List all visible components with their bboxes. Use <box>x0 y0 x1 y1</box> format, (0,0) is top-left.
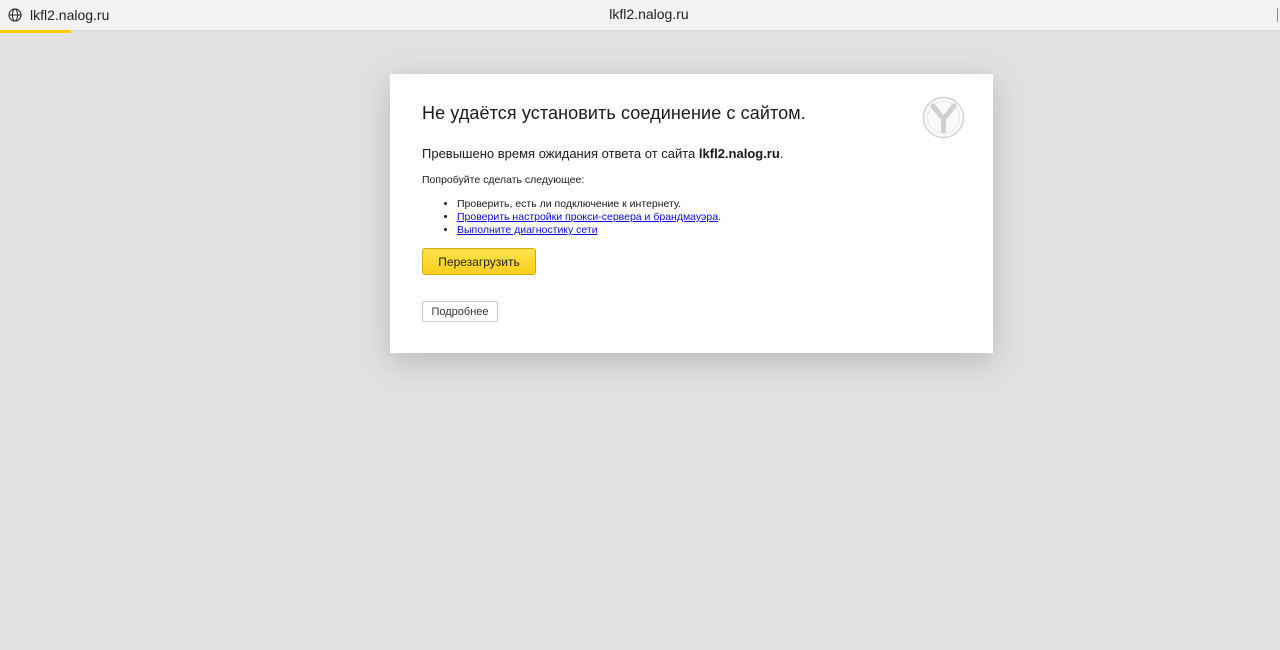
tip-check-connection: Проверить, есть ли подключение к интерне… <box>457 198 682 210</box>
details-button[interactable]: Подробнее <box>422 301 498 322</box>
tip-suffix: . <box>718 211 721 223</box>
browser-top-bar: lkfl2.nalog.ru lkfl2.nalog.ru <box>0 0 1280 33</box>
subtitle-host: lkfl2.nalog.ru <box>698 146 780 161</box>
tip-proxy-link[interactable]: Проверить настройки прокси-сервера и бра… <box>457 211 718 223</box>
error-subtitle: Превышено время ожидания ответа от сайта… <box>422 146 783 161</box>
reload-button[interactable]: Перезагрузить <box>422 248 536 275</box>
try-label: Попробуйте сделать следующее: <box>422 174 585 186</box>
subtitle-prefix: Превышено время ожидания ответа от сайта <box>422 146 699 161</box>
tip-item: Выполните диагностику сети <box>457 224 721 237</box>
address-title[interactable]: lkfl2.nalog.ru <box>0 6 1280 22</box>
error-card: Не удаётся установить соединение с сайто… <box>390 74 993 353</box>
tips-list: Проверить, есть ли подключение к интерне… <box>440 198 721 237</box>
tip-item: Проверить настройки прокси-сервера и бра… <box>457 211 721 224</box>
tip-item: Проверить, есть ли подключение к интерне… <box>457 198 721 211</box>
tip-diagnostics-link[interactable]: Выполните диагностику сети <box>457 224 598 236</box>
error-title: Не удаётся установить соединение с сайто… <box>422 103 806 123</box>
subtitle-suffix: . <box>779 146 784 161</box>
page-loading-bar <box>0 30 71 33</box>
yandex-browser-logo-icon <box>922 96 965 139</box>
